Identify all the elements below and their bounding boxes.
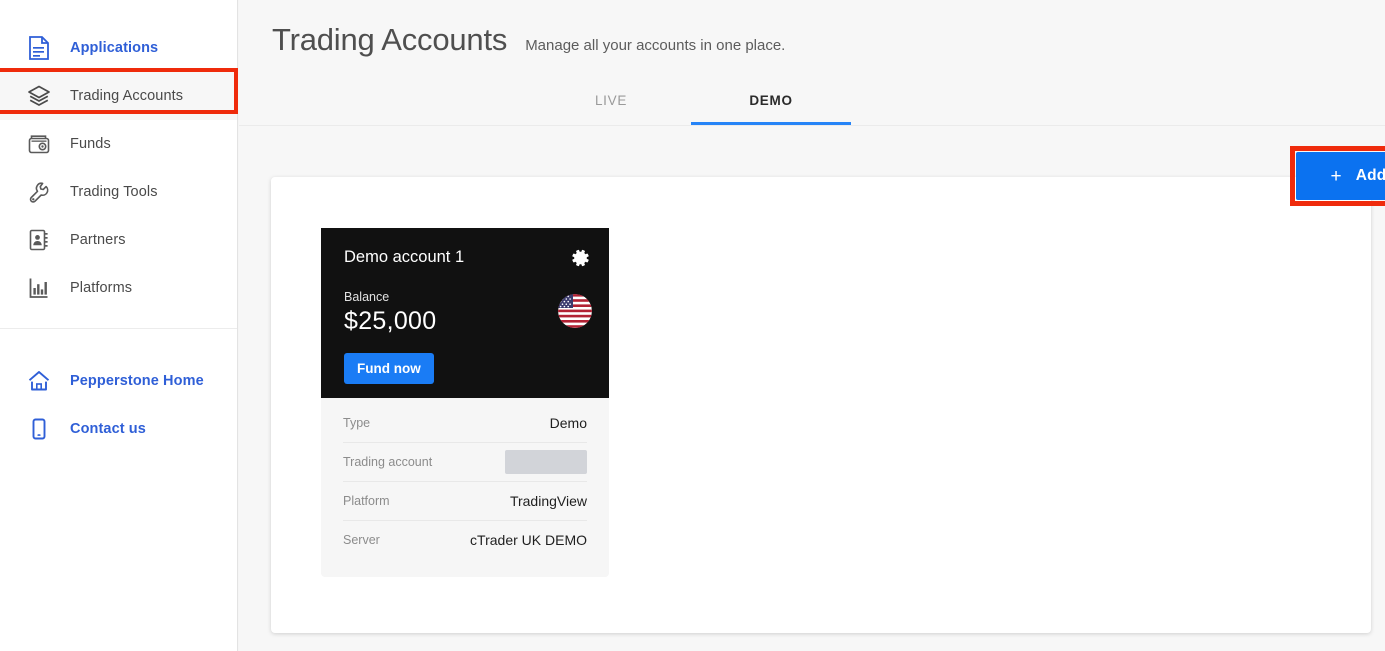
detail-value: TradingView (509, 493, 587, 509)
tab-bar: LIVE DEMO (531, 93, 851, 125)
sidebar-item-funds[interactable]: Funds (0, 120, 237, 168)
detail-value: Demo (549, 415, 587, 431)
tab-demo[interactable]: DEMO (691, 93, 851, 125)
detail-key: Trading account (343, 455, 433, 469)
address-book-icon (26, 227, 52, 253)
sidebar-item-label: Platforms (70, 280, 133, 296)
sidebar-item-applications[interactable]: Applications (0, 24, 237, 72)
add-trading-account-label: Add a trading account (1355, 167, 1385, 184)
phone-icon (26, 416, 52, 442)
sidebar-item-label: Partners (70, 232, 126, 248)
document-icon (26, 35, 52, 61)
detail-key: Server (343, 533, 380, 547)
sidebar: Applications Trading Accounts Funds Trad… (0, 0, 238, 651)
bar-chart-icon (26, 275, 52, 301)
table-row: Trading account (343, 443, 587, 482)
sidebar-item-label: Trading Accounts (70, 88, 184, 104)
sidebar-item-contact-us[interactable]: Contact us (0, 405, 237, 453)
account-card-header: Demo account 1 Balance $25,000 Fund now (321, 228, 609, 398)
fund-now-button[interactable]: Fund now (344, 353, 434, 384)
trading-account-card: Demo account 1 Balance $25,000 Fund now … (321, 228, 609, 577)
sidebar-item-trading-tools[interactable]: Trading Tools (0, 168, 237, 216)
home-icon (26, 368, 52, 394)
plus-icon: + (1330, 165, 1342, 187)
sidebar-item-label: Contact us (70, 421, 146, 437)
table-row: Server cTrader UK DEMO (343, 521, 587, 559)
page-title: Trading Accounts (272, 22, 508, 57)
sidebar-item-platforms[interactable]: Platforms (0, 264, 237, 312)
detail-value-redacted (505, 450, 587, 474)
add-account-button-wrap: + Add a trading account (1296, 152, 1385, 200)
detail-key: Type (343, 416, 371, 430)
account-details-table: Type Demo Trading account Platform Tradi… (321, 398, 609, 577)
layers-icon (26, 83, 52, 109)
wallet-icon (26, 131, 52, 157)
sidebar-item-label: Trading Tools (70, 184, 158, 200)
account-name: Demo account 1 (344, 248, 465, 266)
page-header: Trading Accounts Manage all your account… (239, 0, 1385, 126)
balance-block: Balance $25,000 (344, 290, 587, 336)
wrench-icon (26, 179, 52, 205)
detail-key: Platform (343, 494, 390, 508)
sidebar-item-partners[interactable]: Partners (0, 216, 237, 264)
sidebar-secondary-nav: Pepperstone Home Contact us (0, 329, 237, 453)
sidebar-item-label: Applications (70, 40, 159, 56)
gear-icon[interactable] (571, 248, 591, 268)
sidebar-item-label: Pepperstone Home (70, 373, 204, 389)
table-row: Platform TradingView (343, 482, 587, 521)
title-row: Trading Accounts Manage all your account… (239, 0, 1385, 58)
balance-value: $25,000 (344, 307, 437, 335)
accounts-panel: Demo account 1 Balance $25,000 Fund now … (271, 177, 1371, 633)
sidebar-item-trading-accounts[interactable]: Trading Accounts (0, 72, 237, 120)
detail-value: cTrader UK DEMO (470, 532, 587, 548)
sidebar-primary-nav: Applications Trading Accounts Funds Trad… (0, 0, 237, 312)
sidebar-item-pepperstone-home[interactable]: Pepperstone Home (0, 357, 237, 405)
table-row: Type Demo (343, 404, 587, 443)
sidebar-item-label: Funds (70, 136, 111, 152)
tab-live[interactable]: LIVE (531, 93, 691, 125)
page-subtitle: Manage all your accounts in one place. (525, 37, 786, 54)
add-trading-account-button[interactable]: + Add a trading account (1296, 152, 1385, 200)
main-content: Trading Accounts Manage all your account… (239, 0, 1385, 651)
us-flag-icon (558, 294, 592, 328)
balance-label: Balance (344, 290, 390, 304)
